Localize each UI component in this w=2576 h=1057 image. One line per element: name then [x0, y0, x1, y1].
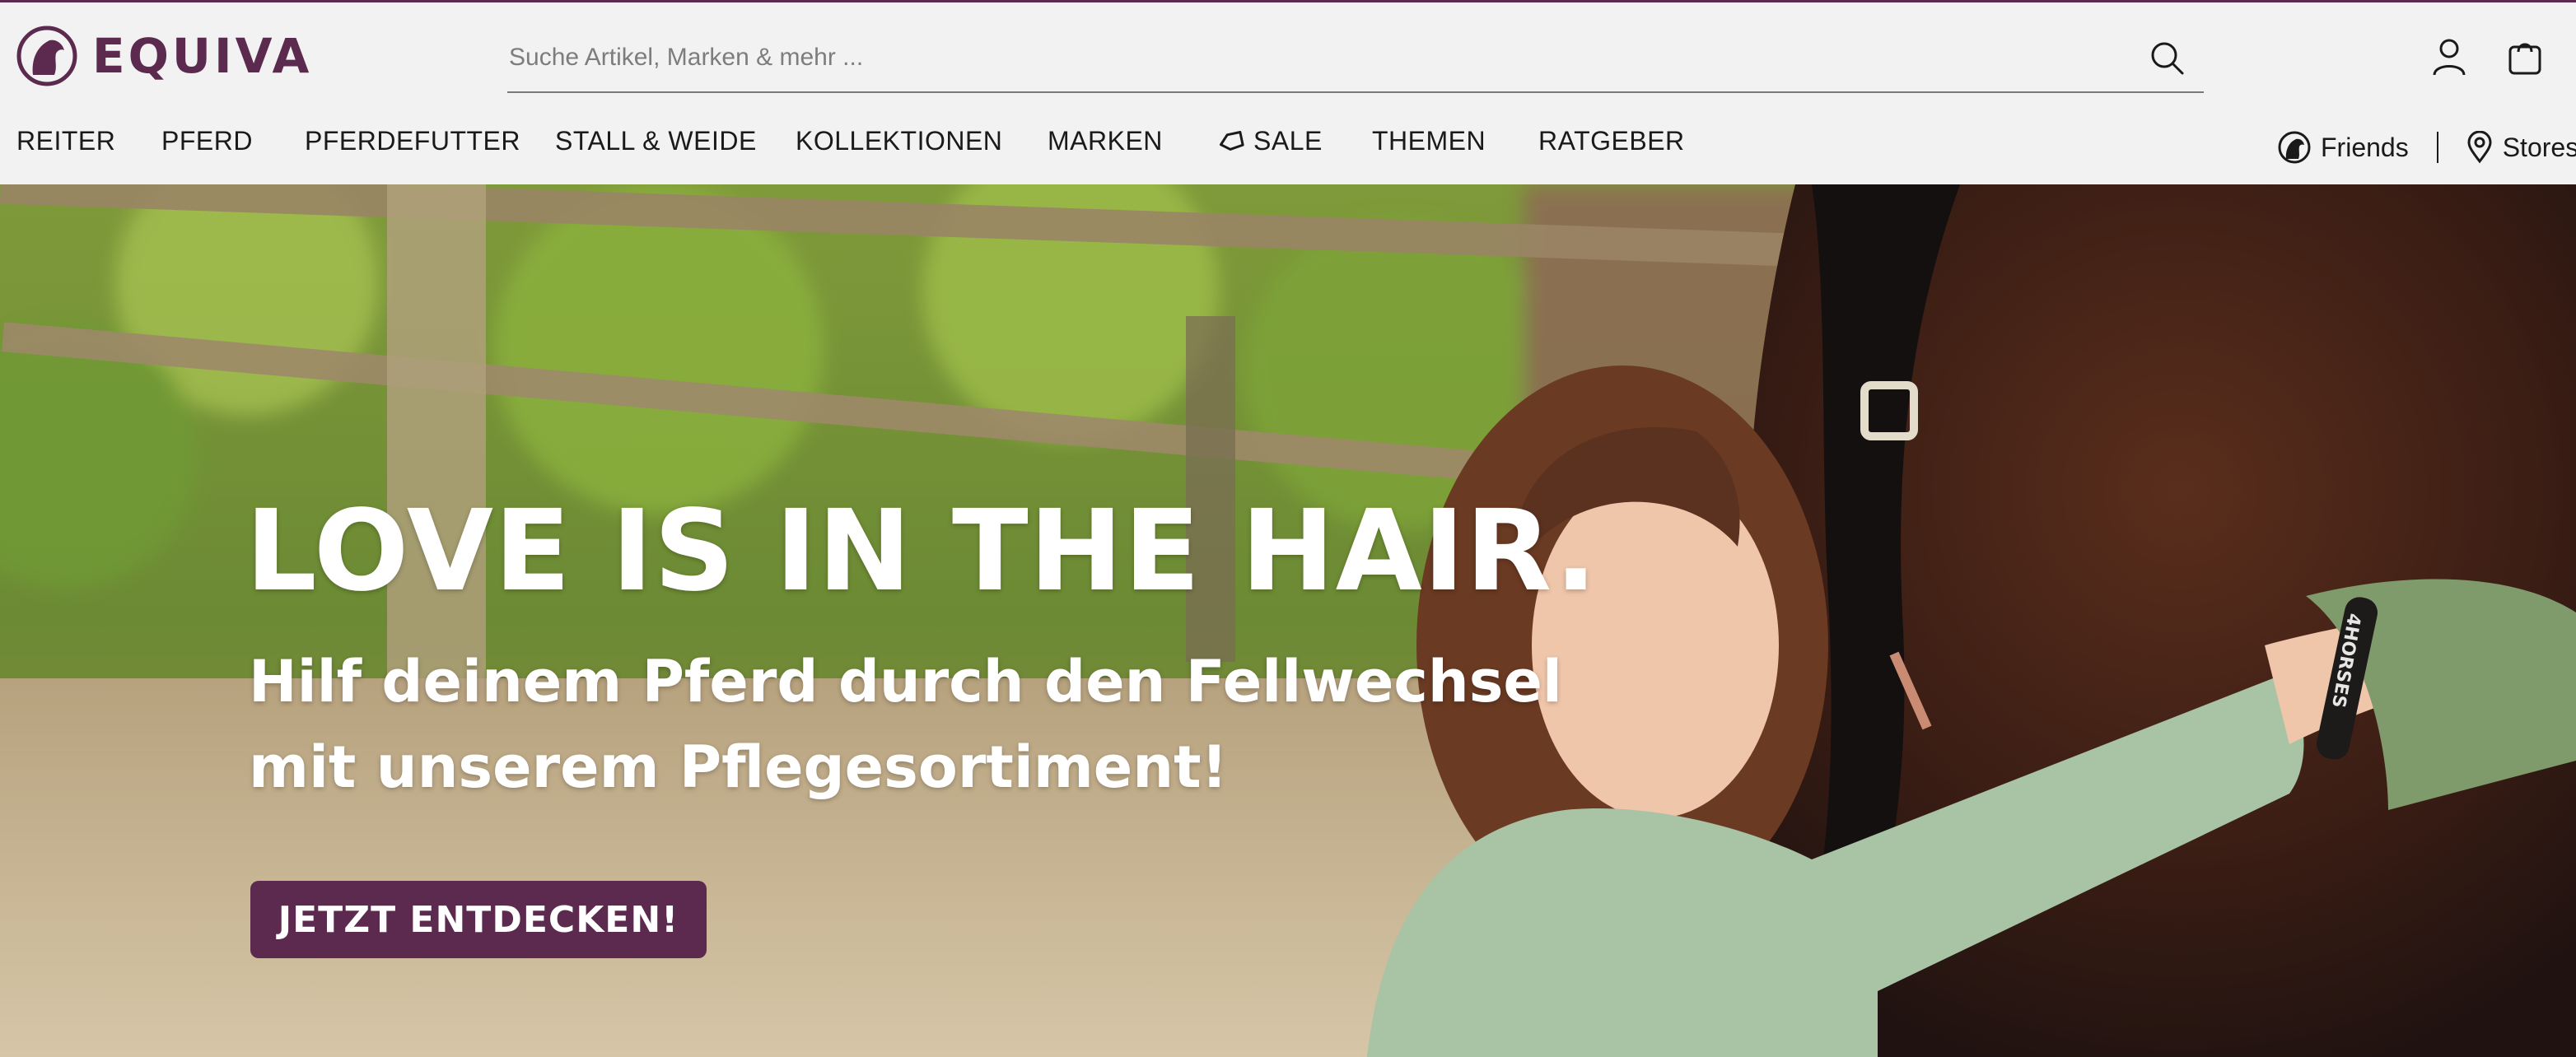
user-icon[interactable]: [2428, 35, 2471, 78]
nav-item-marken[interactable]: MARKEN: [1048, 126, 1163, 156]
search-input[interactable]: [507, 34, 2116, 81]
horse-head-logo-icon: [16, 26, 77, 86]
hero-subtitle-line-2: mit unserem Pflegesortiment!: [249, 733, 1228, 801]
nav-item-stall-weide[interactable]: STALL & WEIDE: [555, 126, 757, 156]
location-pin-icon: [2467, 131, 2492, 164]
shopping-bag-icon[interactable]: [2504, 35, 2546, 78]
search-bar: [507, 26, 2204, 93]
friends-label: Friends: [2321, 132, 2409, 162]
stores-label: Stores: [2502, 132, 2576, 162]
hero-subtitle-line-1: Hilf deinem Pferd durch den Fellwechsel: [249, 648, 1562, 715]
hero-title: LOVE IS IN THE HAIR.: [245, 487, 1598, 617]
stores-link[interactable]: Stores: [2466, 131, 2576, 164]
brand-name: EQUIVA: [92, 28, 313, 84]
discover-now-button[interactable]: JETZT ENTDECKEN!: [250, 881, 707, 958]
nav-item-ratgeber[interactable]: RATGEBER: [1538, 126, 1685, 156]
tag-icon: [1219, 130, 1244, 151]
nav-item-kollektionen[interactable]: KOLLEKTIONEN: [796, 126, 1002, 156]
main-navigation: REITER PFERD PFERDEFUTTER STALL & WEIDE …: [0, 126, 2576, 169]
header-right-links: Friends Stores: [2278, 126, 2576, 169]
friends-link[interactable]: Friends: [2278, 131, 2409, 164]
nav-item-pferd[interactable]: PFERD: [161, 126, 253, 156]
nav-item-sale-label: SALE: [1253, 126, 1323, 156]
horse-friends-icon: [2278, 131, 2311, 164]
hero-banner: 4HORSES LOVE IS IN THE HAIR. Hilf deinem…: [0, 184, 2576, 1057]
nav-item-sale[interactable]: SALE: [1217, 126, 1323, 156]
nav-item-reiter[interactable]: REITER: [16, 126, 115, 156]
brand-logo[interactable]: EQUIVA: [16, 26, 312, 86]
site-header: EQUIVA REITER PFERD PFERDEFUTTER STALL &…: [0, 2, 2576, 184]
nav-item-pferdefutter[interactable]: PFERDEFUTTER: [305, 126, 520, 156]
search-icon[interactable]: [2148, 39, 2187, 78]
divider: [2436, 132, 2438, 163]
hero-subtitle: Hilf deinem Pferd durch den Fellwechsel …: [249, 639, 1649, 810]
nav-item-themen[interactable]: THEMEN: [1372, 126, 1486, 156]
